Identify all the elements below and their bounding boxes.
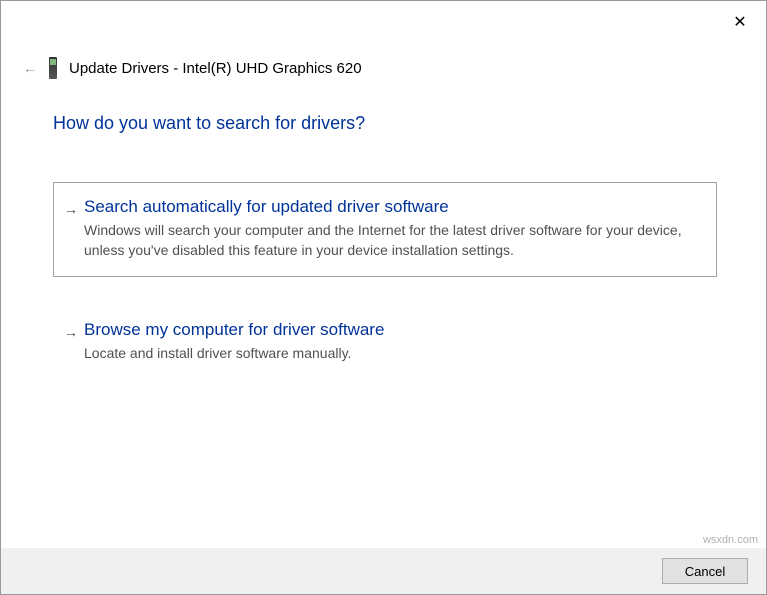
dialog-footer: Cancel [1,548,766,594]
options-list: → Search automatically for updated drive… [53,182,717,409]
close-icon: ✕ [733,14,746,31]
cancel-button[interactable]: Cancel [662,558,748,584]
watermark-text: wsxdn.com [703,534,758,546]
arrow-right-icon: → [64,201,78,217]
dialog-header: ← Update Drivers - Intel(R) UHD Graphics… [23,57,362,79]
option-desc: Windows will search your computer and th… [84,221,698,260]
back-arrow-icon[interactable]: ← [23,60,37,76]
option-title: Search automatically for updated driver … [84,197,698,217]
option-search-automatically[interactable]: → Search automatically for updated drive… [53,182,717,277]
arrow-right-icon: → [64,324,78,340]
option-desc: Locate and install driver software manua… [84,344,698,364]
option-browse-computer[interactable]: → Browse my computer for driver software… [53,305,717,381]
question-heading: How do you want to search for drivers? [53,113,365,134]
device-icon [49,57,57,79]
close-button[interactable]: ✕ [728,11,752,35]
option-title: Browse my computer for driver software [84,320,698,340]
header-title: Update Drivers - Intel(R) UHD Graphics 6… [69,60,362,77]
